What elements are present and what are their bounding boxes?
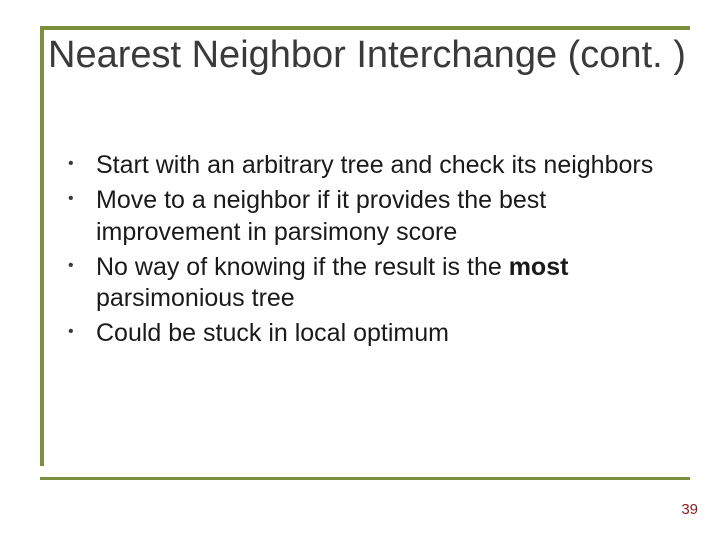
slide-title: Nearest Neighbor Interchange (cont. )	[48, 34, 690, 78]
bullet-item: Could be stuck in local optimum	[60, 318, 680, 349]
bullet-text: No way of knowing if the result is the	[96, 253, 509, 281]
accent-bottom-rule	[40, 477, 690, 480]
bullet-item: Move to a neighbor if it provides the be…	[60, 185, 680, 248]
bullet-text: Could be stuck in local optimum	[96, 319, 449, 347]
page-number: 39	[681, 501, 698, 518]
bullet-suffix: parsimonious tree	[96, 284, 295, 312]
bullet-item: No way of knowing if the result is the m…	[60, 252, 680, 315]
bullet-text: Start with an arbitrary tree and check i…	[96, 151, 653, 179]
bullet-text: Move to a neighbor if it provides the be…	[96, 186, 546, 245]
accent-left-rule	[40, 26, 44, 466]
accent-top-rule	[40, 26, 690, 30]
slide-body: Start with an arbitrary tree and check i…	[60, 150, 680, 354]
bullet-list: Start with an arbitrary tree and check i…	[60, 150, 680, 350]
bullet-bold: most	[509, 253, 569, 281]
bullet-item: Start with an arbitrary tree and check i…	[60, 150, 680, 181]
slide: Nearest Neighbor Interchange (cont. ) St…	[0, 0, 720, 540]
